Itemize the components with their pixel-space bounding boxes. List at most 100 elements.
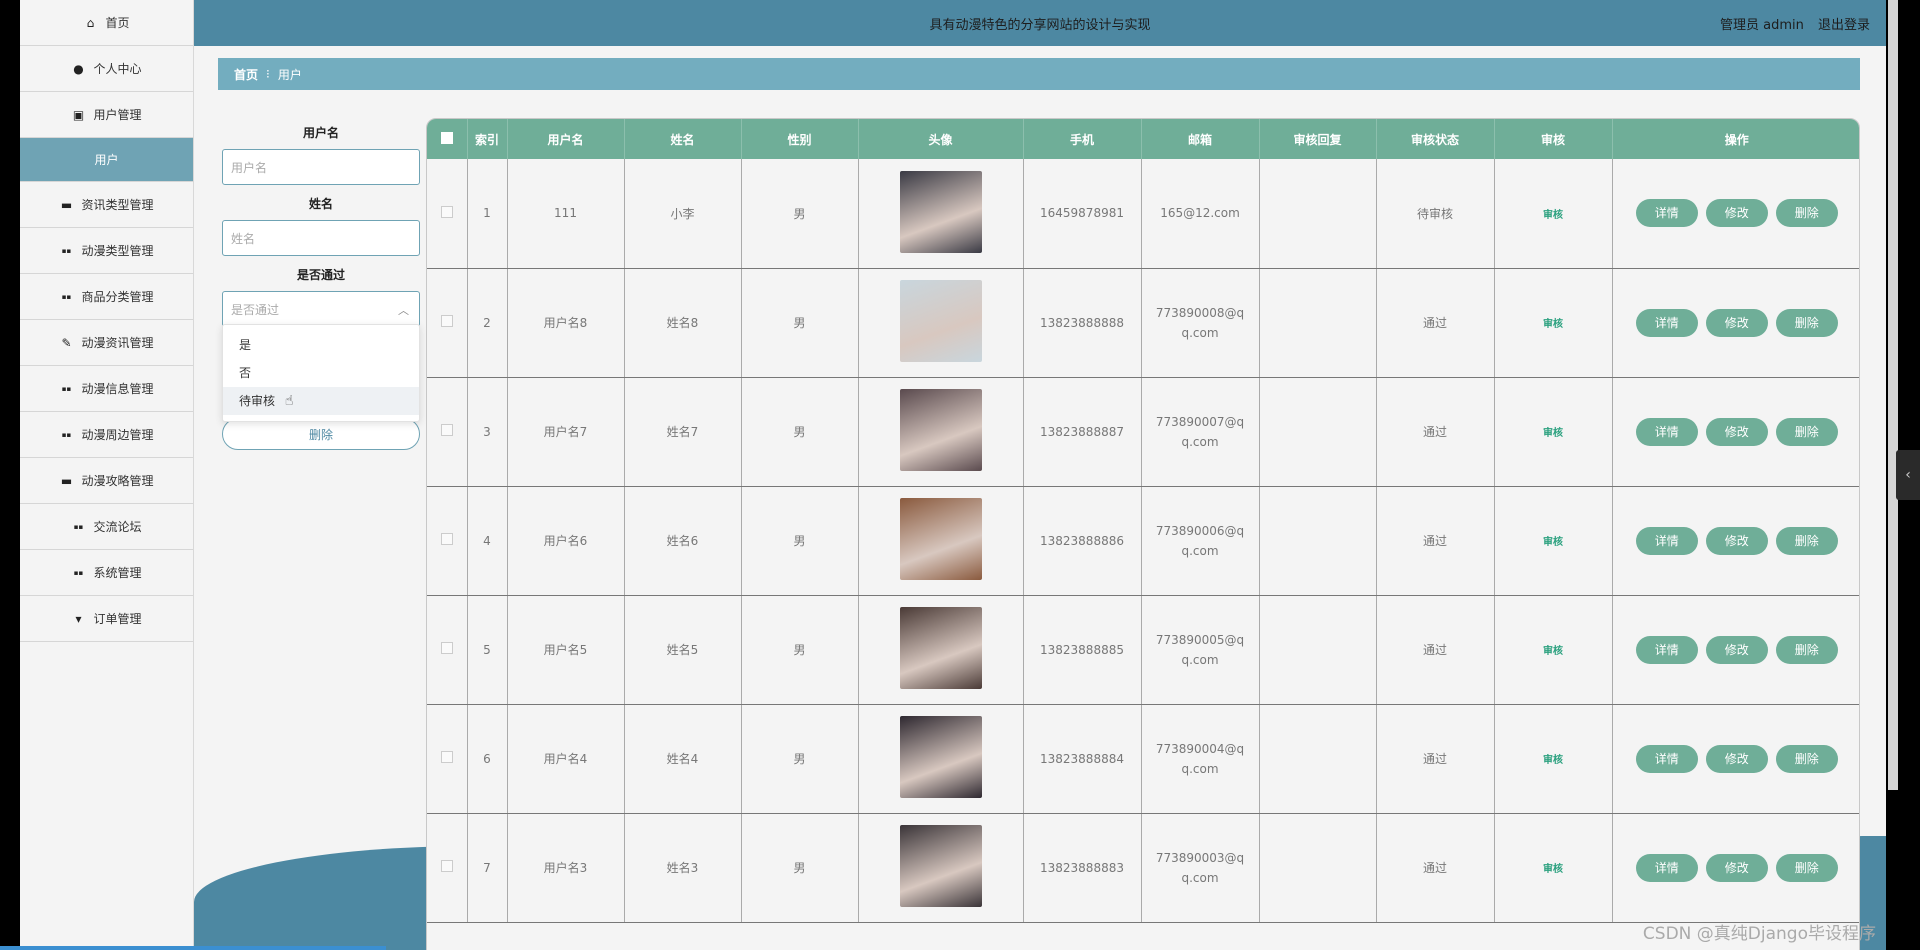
edit-button[interactable]: 修改 [1705,526,1768,555]
pass-select[interactable]: 是否通过 ︿ [222,291,420,327]
row-delete-button[interactable]: 删除 [1775,308,1838,337]
avatar [899,389,982,471]
audit-link[interactable]: 审核 [1543,210,1563,221]
table-row: 5 用户名5 姓名5 男 13823888885 773890005@qq.com 通过 审核… [427,595,1859,705]
edit-button[interactable]: 修改 [1705,744,1768,773]
edit-button[interactable]: 修改 [1705,308,1768,337]
sidebar-item-4[interactable]: ▬ 资讯类型管理 [20,182,193,228]
detail-button[interactable]: 详情 [1635,635,1698,664]
row-delete-button[interactable]: 删除 [1775,635,1838,664]
actions-cell: 详情 修改 删除 [1612,704,1859,814]
detail-button[interactable]: 详情 [1635,308,1698,337]
sidebar-item-11[interactable]: ▪▪ 交流论坛 [20,504,193,550]
row-delete-button[interactable]: 删除 [1775,744,1838,773]
audit-link[interactable]: 审核 [1543,755,1563,766]
delete-button[interactable]: 删除 [222,418,420,450]
detail-button[interactable]: 详情 [1635,417,1698,446]
sidebar-item-3[interactable]: 用户 [20,138,193,182]
detail-button[interactable]: 详情 [1635,853,1698,882]
audit-link[interactable]: 审核 [1543,428,1563,439]
row-checkbox[interactable] [440,205,453,218]
cell-gender: 男 [741,159,859,269]
header-email: 邮箱 [1141,119,1260,159]
edit-button[interactable]: 修改 [1705,635,1768,664]
table-row: 4 用户名6 姓名6 男 13823888886 773890006@qq.com 通过 审核… [427,486,1859,596]
select-all-checkbox[interactable] [440,131,453,144]
sidebar-item-10[interactable]: ▬ 动漫攻略管理 [20,458,193,504]
breadcrumb-current: 用户 [277,67,302,82]
row-select-cell [427,268,468,378]
edit-button[interactable]: 修改 [1705,853,1768,882]
breadcrumb: 首页 ⁝ 用户 [218,58,1860,90]
cell-phone: 13823888887 [1023,377,1142,487]
row-checkbox[interactable] [440,424,453,436]
breadcrumb-home[interactable]: 首页 [234,66,258,83]
sidebar-item-label: 动漫攻略管理 [81,474,154,488]
row-delete-button[interactable]: 删除 [1775,417,1838,446]
logout-link[interactable]: 退出登录 [1818,18,1870,33]
cell-name: 姓名5 [624,595,742,705]
sidebar-item-5[interactable]: ▪▪ 动漫类型管理 [20,228,193,274]
row-checkbox[interactable] [440,642,453,654]
sidebar-item-9[interactable]: ▪▪ 动漫周边管理 [20,412,193,458]
option-yes[interactable]: 是 [223,331,419,359]
row-select-cell [427,813,468,923]
select-all-cell [427,119,468,159]
audit-link[interactable]: 审核 [1543,646,1563,657]
row-delete-button[interactable]: 删除 [1775,199,1838,228]
sidebar-item-label: 用户 [94,153,119,167]
cell-status: 通过 [1376,704,1495,814]
cell-index: 7 [467,813,508,923]
register-icon: ▾ [75,611,82,626]
edit-button[interactable]: 修改 [1705,199,1768,228]
edit-button[interactable]: 修改 [1705,417,1768,446]
detail-button[interactable]: 详情 [1635,199,1698,228]
cell-username: 用户名3 [507,813,625,923]
cell-email: 773890003@qq.com [1141,813,1260,923]
cell-email: 773890005@qq.com [1141,595,1260,705]
cell-username: 用户名5 [507,595,625,705]
cell-index: 6 [467,704,508,814]
audit-link[interactable]: 审核 [1543,537,1563,548]
row-checkbox[interactable] [440,315,453,327]
sidebar-item-6[interactable]: ▪▪ 商品分类管理 [20,274,193,320]
avatar-cell [858,704,1024,814]
row-delete-button[interactable]: 删除 [1775,526,1838,555]
sidebar-item-2[interactable]: ▣ 用户管理 [20,92,193,138]
scrollbar[interactable] [1888,0,1898,790]
audit-link[interactable]: 审核 [1543,319,1563,330]
cell-gender: 男 [741,486,859,596]
sidebar-item-label: 资讯类型管理 [81,198,154,212]
row-delete-button[interactable]: 删除 [1775,853,1838,882]
sidebar-item-7[interactable]: ✎ 动漫资讯管理 [20,320,193,366]
name-label: 姓名 [308,197,333,211]
header-phone: 手机 [1023,119,1142,159]
sidebar-item-1[interactable]: ● 个人中心 [20,46,193,92]
username-input[interactable]: 用户名 [222,149,420,185]
sidebar-item-label: 动漫类型管理 [81,244,154,258]
cell-name: 姓名3 [624,813,742,923]
sidebar-item-13[interactable]: ▾ 订单管理 [20,596,193,642]
sidebar-item-12[interactable]: ▪▪ 系统管理 [20,550,193,596]
collapse-handle[interactable]: ‹ [1896,450,1920,500]
avatar [899,498,982,580]
row-checkbox[interactable] [440,533,453,545]
option-pending[interactable]: 待审核 ☝ [223,387,419,415]
user-table-wrapper: 索引 用户名 姓名 性别 头像 手机 邮箱 审核回复 审核状态 审核 操作 11… [426,118,1860,950]
cell-reply [1259,813,1377,923]
row-select-cell [427,486,468,596]
avatar [899,716,982,798]
name-input[interactable]: 姓名 [222,220,420,256]
actions-cell: 详情 修改 删除 [1612,595,1859,705]
option-no[interactable]: 否 [223,359,419,387]
grid-icon: ▪▪ [73,522,84,531]
row-checkbox[interactable] [440,751,453,763]
audit-link[interactable]: 审核 [1543,864,1563,875]
sidebar-item-8[interactable]: ▪▪ 动漫信息管理 [20,366,193,412]
pass-dropdown: 是 否 待审核 ☝ [222,324,420,422]
actions-cell: 详情 修改 删除 [1612,813,1859,923]
sidebar-item-0[interactable]: ⌂ 首页 [20,0,193,46]
row-checkbox[interactable] [440,860,453,872]
detail-button[interactable]: 详情 [1635,526,1698,555]
detail-button[interactable]: 详情 [1635,744,1698,773]
